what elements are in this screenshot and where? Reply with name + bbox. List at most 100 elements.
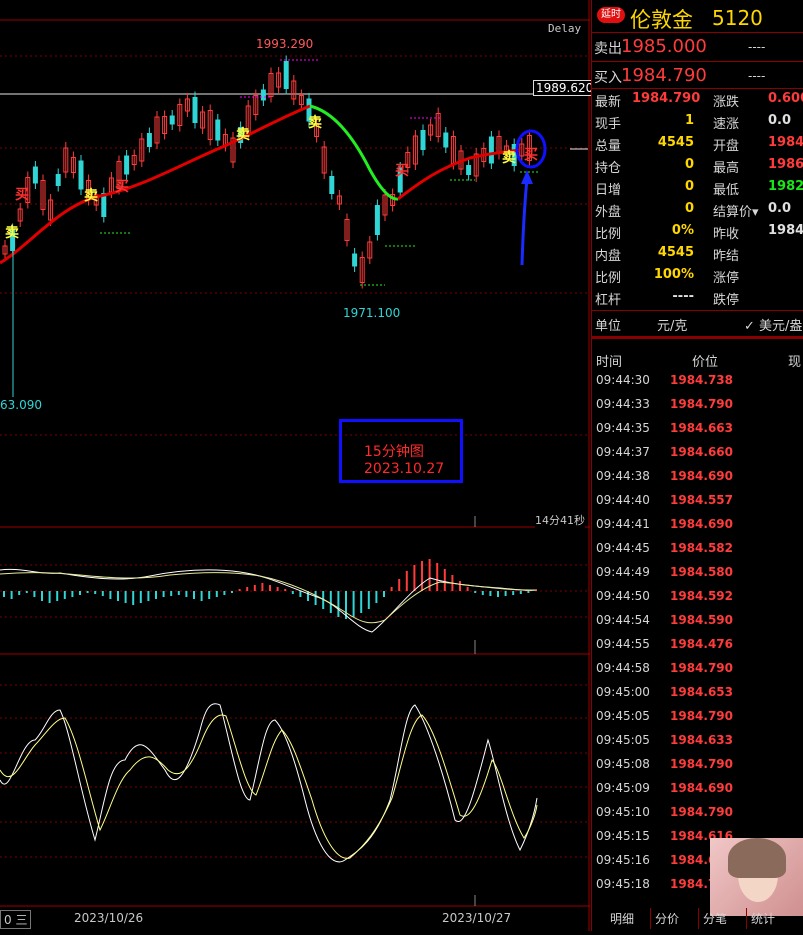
tick-price: 1984.790: [670, 661, 734, 675]
buy-price[interactable]: 1984.790: [621, 65, 707, 86]
candle-body: [169, 115, 175, 125]
delay-label: Delay: [548, 22, 582, 35]
unit-alt-toggle[interactable]: ✓ 美元/盎: [744, 315, 802, 334]
tick-row[interactable]: 09:44:40 1984.557: [592, 493, 803, 517]
tick-row[interactable]: 09:44:30 1984.738: [592, 373, 803, 397]
tick-row[interactable]: 09:45:09 1984.690: [592, 781, 803, 805]
tick-price: 1984.690: [670, 781, 734, 795]
chart-canvas[interactable]: [0, 0, 590, 931]
tick-time: 09:45:05: [596, 733, 650, 747]
tick-row[interactable]: 09:44:58 1984.790: [592, 661, 803, 685]
tick-time: 09:44:40: [596, 493, 650, 507]
tick-price: 1984.592: [670, 589, 734, 603]
tick-row[interactable]: 09:44:35 1984.663: [592, 421, 803, 445]
tick-row[interactable]: 09:44:45 1984.582: [592, 541, 803, 565]
stat-label: 内盘: [595, 249, 622, 264]
buy-marker: 买: [524, 147, 538, 163]
bar-countdown: 14分41秒: [535, 512, 585, 528]
tick-time: 09:45:10: [596, 805, 650, 819]
stat-label: 开盘: [713, 139, 740, 154]
stat-value: 0%: [671, 223, 694, 238]
tick-row[interactable]: 09:44:38 1984.690: [592, 469, 803, 493]
tick-row[interactable]: 09:45:10 1984.790: [592, 805, 803, 829]
stat-value: 1984.1: [768, 223, 803, 238]
stat-value: 0.0: [768, 113, 792, 128]
stat-value: 0.600/0.0: [768, 91, 803, 106]
stat-label: 速涨: [713, 117, 740, 132]
tick-row[interactable]: 09:44:33 1984.790: [592, 397, 803, 421]
stat-label: 现手: [595, 117, 622, 132]
candle-body: [146, 133, 152, 147]
tick-price: 1984.582: [670, 541, 734, 555]
stat-value: ----: [672, 289, 694, 304]
tick-time: 09:45:16: [596, 853, 650, 867]
tick-price: 1984.660: [670, 445, 734, 459]
tick-time: 09:44:58: [596, 661, 650, 675]
stat-value: 1982.9: [768, 179, 803, 194]
instrument-name: 伦敦金: [630, 8, 693, 32]
stats-row: 比例 100% 涨停: [592, 267, 803, 289]
tab-trades[interactable]: 分笔: [698, 908, 731, 929]
tick-price: 1984.580: [670, 565, 734, 579]
tick-row[interactable]: 09:45:05 1984.633: [592, 733, 803, 757]
tick-time: 09:44:33: [596, 397, 650, 411]
tab-detail[interactable]: 明细: [606, 908, 638, 929]
tick-row[interactable]: 09:45:08 1984.790: [592, 757, 803, 781]
tick-price: 1984.690: [670, 469, 734, 483]
buy-volume: ----: [748, 69, 766, 83]
stat-label: 涨停: [713, 271, 740, 286]
tick-row[interactable]: 09:44:37 1984.660: [592, 445, 803, 469]
candle-body: [78, 160, 84, 190]
stats-row: 内盘 4545 昨结: [592, 245, 803, 267]
tick-time: 09:45:18: [596, 877, 650, 891]
stat-label: 昨结: [713, 249, 740, 264]
left-low-label: 63.090: [0, 398, 42, 412]
candle-body: [374, 205, 380, 235]
bottom-tabs: 明细 分价 分笔 统计: [592, 905, 803, 931]
candle-body: [488, 136, 494, 164]
candle-body: [124, 155, 130, 175]
candlesticks: [2, 55, 532, 289]
sell-price[interactable]: 1985.000: [621, 36, 707, 57]
delay-badge: 延时: [597, 7, 625, 23]
quote-panel: 延时 伦敦金 5120 卖出 1985.000 ---- 买入 1984.790…: [591, 0, 803, 931]
stat-label: 外盘: [595, 205, 622, 220]
tick-time: 09:44:55: [596, 637, 650, 651]
tick-row[interactable]: 09:44:41 1984.690: [592, 517, 803, 541]
sell-volume: ----: [748, 40, 766, 54]
tick-price: 1984.790: [670, 397, 734, 411]
period-selector[interactable]: 0 三: [0, 910, 32, 929]
kline-chart-area[interactable]: Delay 1989.620 1993.290 1971.100 63.090 …: [0, 0, 597, 931]
macd-line-white: [0, 568, 538, 633]
tick-row[interactable]: 09:44:50 1984.592: [592, 589, 803, 613]
sell-marker: 卖: [84, 188, 98, 204]
stat-value: 0: [684, 179, 694, 194]
tick-row[interactable]: 09:45:00 1984.653: [592, 685, 803, 709]
tick-time: 09:44:54: [596, 613, 650, 627]
unit-value[interactable]: 元/克: [657, 315, 687, 334]
tick-row[interactable]: 09:44:54 1984.590: [592, 613, 803, 637]
candle-body: [443, 132, 449, 148]
tick-time: 09:45:08: [596, 757, 650, 771]
date-axis-left: 2023/10/26: [74, 911, 144, 925]
candle-body: [466, 165, 472, 175]
tick-row[interactable]: 09:44:55 1984.476: [592, 637, 803, 661]
tick-time: 09:45:05: [596, 709, 650, 723]
tick-header-volume: 现: [788, 355, 802, 370]
tab-price-distribution[interactable]: 分价: [650, 908, 683, 929]
buy-label: 买入: [594, 70, 622, 86]
stat-value: 1984.0: [768, 135, 803, 150]
stat-value: 0: [684, 201, 694, 216]
tick-row[interactable]: 09:44:49 1984.580: [592, 565, 803, 589]
tab-statistics[interactable]: 统计: [746, 908, 779, 929]
stat-label: 日增: [595, 183, 622, 198]
sell-label: 卖出: [594, 41, 622, 57]
tick-time: 09:44:37: [596, 445, 650, 459]
moving-average-green: [309, 104, 399, 201]
tick-row[interactable]: 09:45:05 1984.790: [592, 709, 803, 733]
tick-time: 09:45:00: [596, 685, 650, 699]
current-price-tag: 1989.620: [533, 80, 597, 96]
stat-label[interactable]: 结算价▾: [713, 201, 759, 220]
macd-line-yellow: [0, 572, 538, 624]
high-label: 1993.290: [256, 37, 314, 51]
